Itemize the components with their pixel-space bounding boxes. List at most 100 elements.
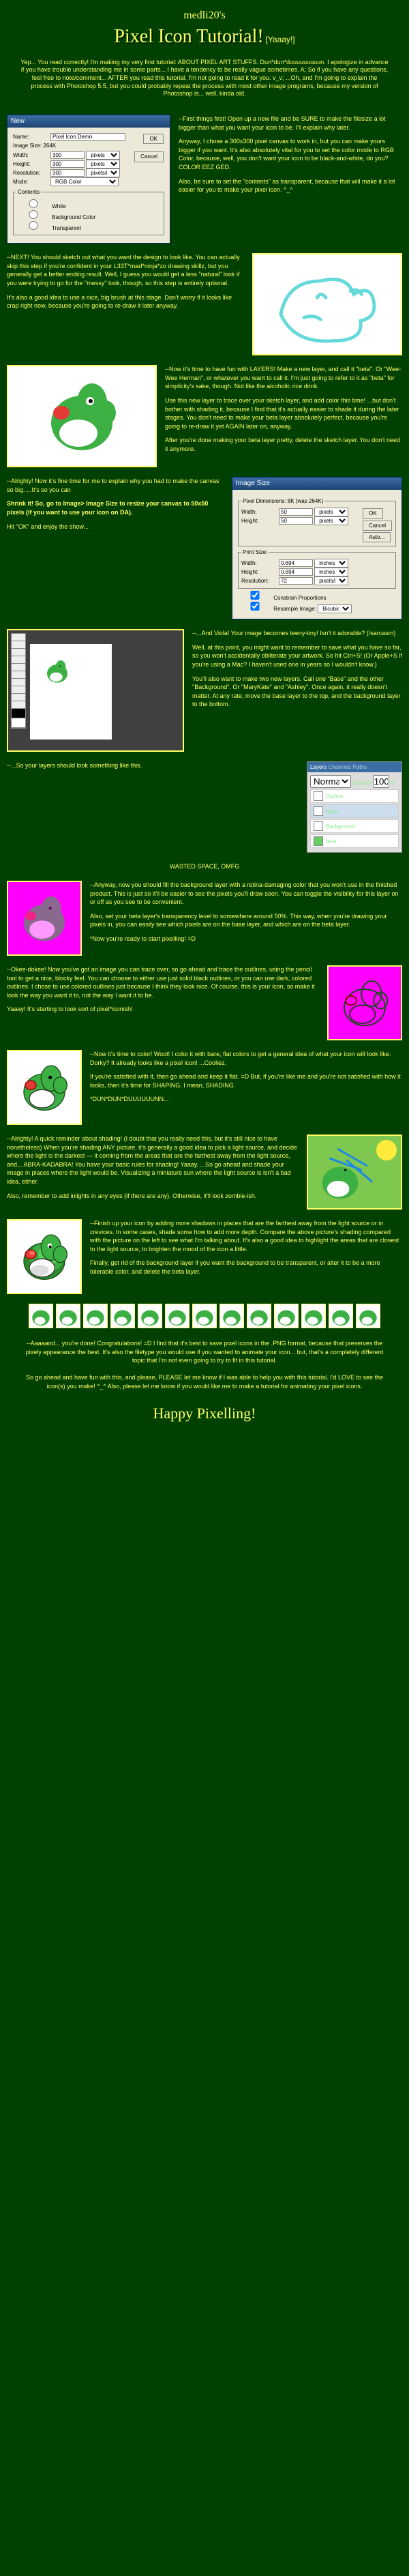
pw-input[interactable]	[279, 559, 313, 567]
height-unit[interactable]: pixels	[86, 160, 120, 169]
bg-label: Background Color	[52, 214, 95, 220]
opacity-label: Opacity:	[352, 780, 372, 786]
cp-label: Constrain Proportions	[273, 595, 326, 601]
layer-row[interactable]: Background	[310, 819, 399, 833]
mini-icon	[56, 1304, 80, 1328]
step6-text: --...So your layers should look somethin…	[7, 761, 299, 770]
layers-tab[interactable]: Layers	[310, 764, 327, 770]
step8-text-a: --Okee-dokee! Now you've got an image yo…	[7, 965, 319, 999]
w-unit-2[interactable]: pixels	[314, 508, 348, 516]
ph-input[interactable]	[279, 568, 313, 576]
cancel-button[interactable]: Cancel	[134, 151, 164, 162]
mini-icon	[83, 1304, 108, 1328]
footer-text-b: So go ahead and have fun with this, and …	[20, 1373, 389, 1390]
mini-icon	[165, 1304, 190, 1328]
ok-button-2[interactable]: OK	[363, 508, 383, 518]
cp-check[interactable]	[238, 591, 272, 600]
h-unit-2[interactable]: pixels	[314, 516, 348, 525]
height-label: Height:	[13, 160, 50, 168]
dialog-title-size: Image Size	[232, 478, 402, 490]
subtitle: [Yaaay!]	[265, 35, 294, 44]
mode-select[interactable]: RGB Color	[50, 177, 119, 186]
mini-icon	[247, 1304, 271, 1328]
mini-icon	[138, 1304, 162, 1328]
step3-text-a: --Now it's time to have fun with LAYERS!…	[165, 365, 402, 391]
cancel-button-2[interactable]: Cancel	[363, 521, 392, 531]
layer-row[interactable]: Base	[310, 804, 399, 818]
pd-legend: Pixel Dimensions: 8K (was 264K)	[241, 497, 324, 505]
step8-text-b: Yaaay! It's starting to look sort of pix…	[7, 1005, 319, 1014]
step9-text-a: --Now it's time to color! Woot! I color …	[90, 1050, 402, 1067]
size-label: Image Size: 264K	[13, 142, 164, 149]
step1-text-c: Also, be sure to set the "contents" as t…	[179, 177, 402, 194]
ri-select[interactable]: Bicubic	[318, 604, 352, 613]
res-unit[interactable]: pixels/inch	[86, 169, 120, 177]
w-input-2[interactable]	[279, 508, 313, 516]
res-label: Resolution:	[13, 169, 50, 177]
ri-label: Resample Image:	[273, 606, 316, 612]
mini-icon	[192, 1304, 217, 1328]
step4-text-a: --Alrighty! Now it's fine time for me to…	[7, 477, 224, 494]
mini-icon	[274, 1304, 299, 1328]
pw-unit[interactable]: inches	[314, 559, 348, 568]
white-radio[interactable]	[16, 199, 50, 208]
layer-name: beta	[326, 838, 337, 845]
photoshop-window	[7, 629, 184, 752]
channels-tab[interactable]: Channels	[328, 764, 351, 770]
width-input[interactable]	[50, 151, 85, 159]
opacity-input[interactable]	[373, 775, 389, 788]
magenta-bg-icon	[7, 881, 82, 956]
pr-input[interactable]	[279, 577, 313, 585]
happy-pixelling: Happy Pixelling!	[7, 1403, 402, 1424]
final-icon	[7, 1219, 82, 1294]
layer-name: Background	[326, 823, 355, 830]
step5-text-b: Well, at this point, you might want to r…	[192, 643, 402, 669]
pr-label: Resolution:	[241, 577, 279, 585]
white-label: White	[52, 203, 65, 209]
bg-radio[interactable]	[16, 210, 50, 219]
layers-panel: Layers Channels Paths Normal Opacity:% O…	[307, 761, 402, 853]
sun-icon	[376, 1140, 397, 1160]
step2-text-b: It's also a good idea to use a nice, big…	[7, 293, 244, 310]
beta-color-image	[7, 365, 157, 467]
paths-tab[interactable]: Paths	[352, 764, 366, 770]
icon-row	[7, 1304, 402, 1328]
mini-icon	[329, 1304, 353, 1328]
step3-text-b: Use this new layer to trace over your sk…	[165, 396, 402, 430]
trans-label: Transparent	[52, 225, 81, 231]
blend-select[interactable]: Normal	[310, 775, 351, 788]
sketch-image	[252, 253, 402, 355]
page-title: Pixel Icon Tutorial!	[114, 26, 263, 47]
width-label: Width:	[13, 151, 50, 159]
step5-text-c: You'll also want to make two new layers.…	[192, 675, 402, 709]
step10-text-b: Also, remember to add inlights in any ey…	[7, 1192, 299, 1201]
step1-text-a: --First things first! Open up a new file…	[179, 115, 402, 132]
name-label: Name:	[13, 133, 50, 141]
h-label-2: Height:	[241, 517, 279, 525]
ph-unit[interactable]: inches	[314, 568, 348, 576]
mini-icon	[219, 1304, 244, 1328]
auto-button[interactable]: Auto...	[363, 532, 391, 542]
step7-text-a: --Anyway, now you should fill the backgr…	[90, 881, 402, 907]
ri-check[interactable]	[238, 602, 272, 611]
h-input-2[interactable]	[279, 517, 313, 525]
trans-radio[interactable]	[16, 221, 50, 230]
ps-legend: Print Size:	[241, 548, 269, 556]
layer-name: Outline	[326, 793, 343, 800]
layer-row[interactable]: beta	[310, 834, 399, 848]
mode-label: Mode:	[13, 178, 50, 186]
step2-text-a: --NEXT! You should sketch out what you w…	[7, 253, 244, 287]
res-input[interactable]	[50, 169, 85, 177]
tool-palette[interactable]	[11, 633, 26, 729]
intro-text: Yep... You read correctly! I'm making my…	[7, 56, 402, 105]
step9-text-c: *DUN*DUN*DUUUUUUNN...	[90, 1095, 402, 1104]
step11-text-b: Finally, get rid of the background layer…	[90, 1259, 402, 1276]
ok-button[interactable]: OK	[143, 134, 164, 144]
width-unit[interactable]: pixels	[86, 151, 120, 160]
height-input[interactable]	[50, 160, 85, 168]
layer-row[interactable]: Outline	[310, 789, 399, 803]
step7-text-c: *Now you're ready to start pixelling! =D	[90, 935, 402, 943]
pr-unit[interactable]: pixels/inch	[314, 576, 348, 585]
name-input[interactable]	[50, 133, 125, 141]
wasted-space-text: WASTED SPACE, OMFG	[7, 862, 402, 871]
